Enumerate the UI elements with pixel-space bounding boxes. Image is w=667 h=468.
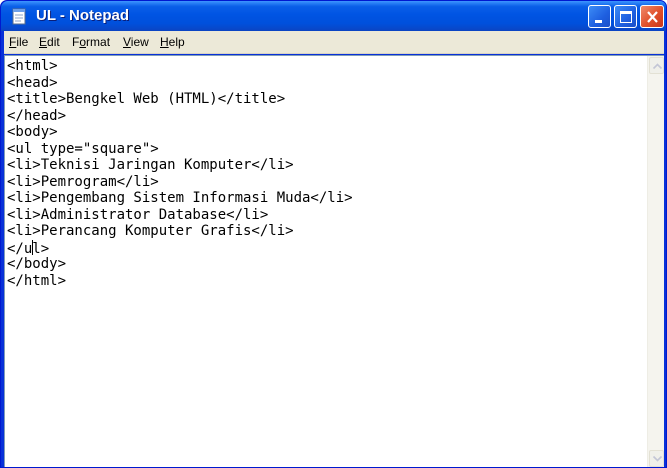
- code-line: <html>: [7, 58, 58, 74]
- text-area[interactable]: <html> <head> <title>Bengkel Web (HTML)<…: [7, 58, 644, 467]
- menu-edit-label: dit: [47, 35, 60, 49]
- maximize-icon: [620, 11, 632, 23]
- menu-help[interactable]: Help: [159, 34, 186, 51]
- menu-bar: File Edit Format View Help: [4, 31, 664, 54]
- menu-edit-mnemonic: E: [39, 35, 48, 49]
- chevron-down-icon: [652, 455, 663, 462]
- code-line: </body>: [7, 256, 67, 272]
- minimize-icon: [595, 20, 602, 23]
- close-button[interactable]: [640, 5, 664, 28]
- maximize-button[interactable]: [614, 5, 637, 28]
- menu-format[interactable]: Format: [71, 34, 111, 51]
- menu-view-label: iew: [130, 35, 149, 49]
- window-title: UL - Notepad: [36, 7, 130, 24]
- code-line: </head>: [7, 107, 67, 124]
- code-line: <li>Pengembang Sistem Informasi Muda</li…: [7, 190, 353, 206]
- vertical-scrollbar[interactable]: [647, 56, 664, 467]
- menu-view-mnemonic: V: [123, 35, 131, 49]
- menu-file[interactable]: File: [8, 34, 29, 51]
- code-line: <li>Pemrogram</li>: [7, 173, 159, 190]
- code-line: <title>Bengkel Web (HTML)</title>: [7, 91, 286, 107]
- close-icon: [647, 11, 658, 23]
- code-line: <ul type="square">: [7, 140, 159, 157]
- editor-pane[interactable]: <html> <head> <title>Bengkel Web (HTML)<…: [4, 55, 664, 467]
- caret-line-before: </u: [7, 240, 33, 257]
- scroll-up-button[interactable]: [649, 57, 664, 74]
- code-line: <li>Teknisi Jaringan Komputer</li>: [7, 157, 294, 173]
- menu-help-label: elp: [168, 35, 185, 49]
- code-line-with-caret: </ul>: [7, 239, 644, 257]
- code-line: <head>: [7, 74, 58, 91]
- menu-help-mnemonic: H: [160, 35, 169, 49]
- menu-format-label: rmat: [86, 35, 111, 49]
- code-line: <li>Administrator Database</li>: [7, 206, 269, 223]
- code-line: <li>Perancang Komputer Grafis</li>: [7, 223, 294, 239]
- code-line: </html>: [7, 272, 67, 289]
- notepad-window: UL - Notepad File Edit Format View Help: [0, 0, 667, 468]
- menu-edit[interactable]: Edit: [38, 34, 61, 51]
- minimize-button[interactable]: [588, 5, 611, 28]
- menu-view[interactable]: View: [122, 34, 150, 51]
- code-line: <body>: [7, 124, 58, 140]
- menu-file-label: ile: [16, 35, 29, 49]
- notepad-icon: [10, 8, 28, 25]
- title-bar[interactable]: UL - Notepad: [1, 1, 666, 31]
- scroll-down-button[interactable]: [649, 450, 664, 467]
- chevron-up-icon: [652, 63, 663, 70]
- caret-line-after: l>: [32, 240, 50, 257]
